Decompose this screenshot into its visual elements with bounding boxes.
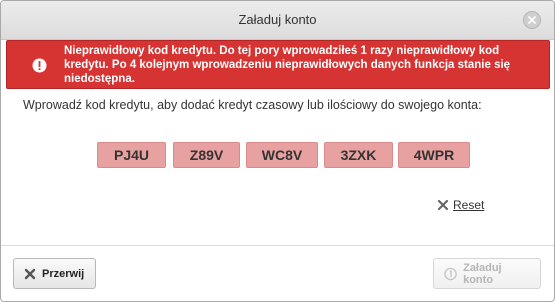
code-field-5[interactable]: 4WPR (398, 142, 470, 168)
close-icon (528, 16, 536, 24)
load-account-label: Załaduj konto (463, 261, 502, 286)
code-field-1[interactable]: PJ4U (97, 142, 166, 168)
instruction-text: Wprowadź kod kredytu, aby dodać kredyt c… (23, 98, 482, 112)
code-field-2[interactable]: Z89V (173, 142, 240, 168)
footer-divider (1, 245, 554, 246)
coin-icon (444, 267, 457, 280)
cancel-label: Przerwij (42, 267, 85, 280)
info-icon (32, 58, 47, 73)
code-field-3[interactable]: WC8V (246, 142, 318, 168)
load-account-dialog: Załaduj konto Nieprawidłowy kod kredytu.… (0, 0, 555, 302)
close-button[interactable] (523, 11, 541, 29)
error-banner: Nieprawidłowy kod kredytu. Do tej pory w… (6, 40, 550, 89)
reset-label: Reset (453, 198, 485, 212)
dialog-titlebar: Załaduj konto (1, 1, 554, 40)
cancel-button[interactable]: Przerwij (13, 258, 96, 289)
x-icon (24, 268, 36, 279)
code-field-4[interactable]: 3ZXK (324, 142, 393, 168)
load-account-button[interactable]: Załaduj konto (433, 258, 541, 289)
dialog-title: Załaduj konto (238, 12, 317, 27)
error-message: Nieprawidłowy kod kredytu. Do tej pory w… (64, 45, 511, 85)
reset-link[interactable]: Reset (437, 198, 484, 212)
x-icon (437, 199, 449, 211)
